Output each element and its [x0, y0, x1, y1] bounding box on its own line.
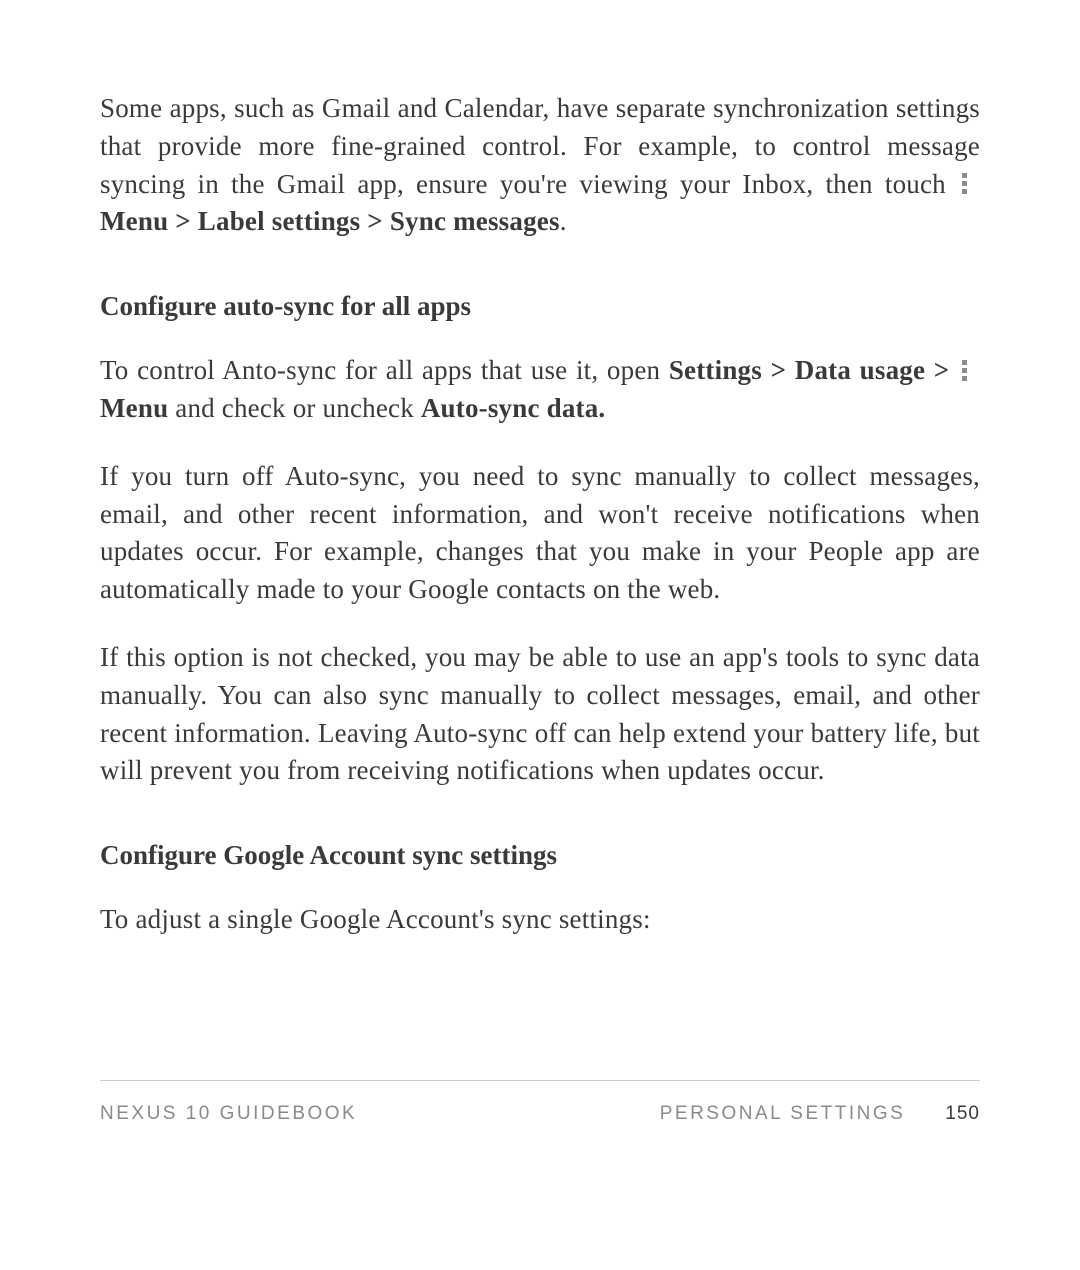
heading-configure-autosync: Configure auto-sync for all apps — [100, 291, 980, 322]
page-number: 150 — [945, 1103, 980, 1125]
para1-bold: Menu > Label settings > Sync messages — [100, 206, 560, 236]
para2-bold1: Settings > Data usage > — [669, 355, 958, 385]
para1-text3: . — [560, 206, 567, 236]
para2-text1: To control Anto-sync for all apps that u… — [100, 355, 669, 385]
paragraph-5: To adjust a single Google Account's sync… — [100, 901, 980, 939]
document-page: Some apps, such as Gmail and Calendar, h… — [0, 0, 1080, 939]
paragraph-4: If this option is not checked, you may b… — [100, 639, 980, 790]
footer-section-title: PERSONAL SETTINGS — [660, 1103, 906, 1125]
para2-bold3: Auto-sync data. — [421, 393, 606, 423]
heading-google-account-sync: Configure Google Account sync settings — [100, 840, 980, 871]
footer-book-title: NEXUS 10 GUIDEBOOK — [100, 1103, 357, 1125]
menu-icon — [962, 360, 974, 382]
paragraph-1: Some apps, such as Gmail and Calendar, h… — [100, 90, 980, 241]
menu-icon — [962, 173, 974, 195]
paragraph-3: If you turn off Auto-sync, you need to s… — [100, 458, 980, 609]
para2-text4: and check or uncheck — [168, 393, 421, 423]
page-footer: NEXUS 10 GUIDEBOOK PERSONAL SETTINGS 150 — [100, 1080, 980, 1125]
paragraph-2: To control Anto-sync for all apps that u… — [100, 352, 980, 428]
para1-text1: Some apps, such as Gmail and Calendar, h… — [100, 93, 980, 199]
footer-right-group: PERSONAL SETTINGS 150 — [660, 1103, 980, 1125]
para2-bold2: Menu — [100, 393, 168, 423]
